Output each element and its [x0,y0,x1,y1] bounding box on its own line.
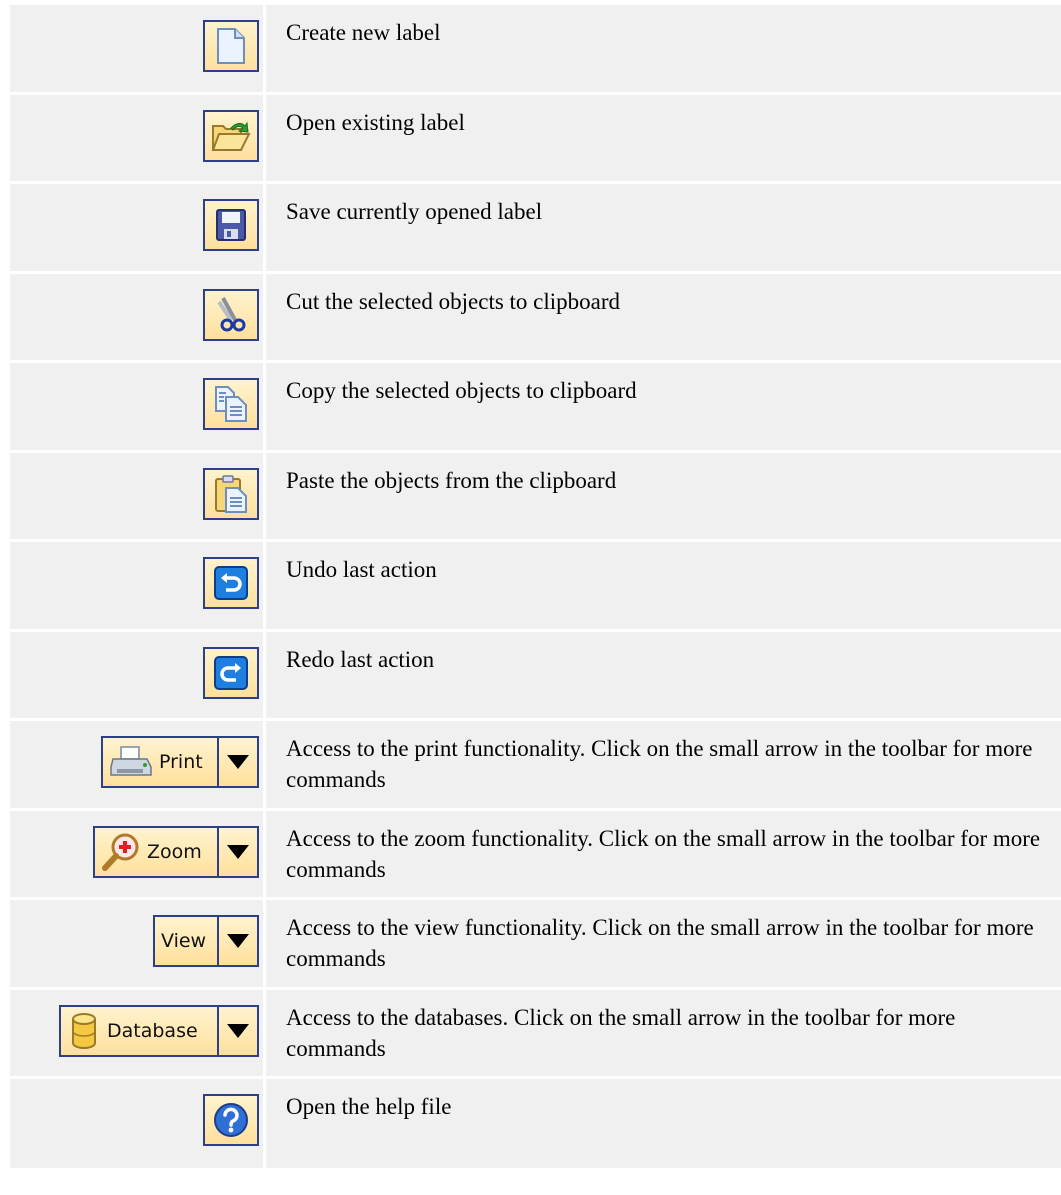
copy-icon [214,385,248,423]
zoom-magnifier-icon [101,832,143,872]
chevron-down-icon [227,844,249,859]
view-button[interactable]: View [155,917,217,965]
open-label-button[interactable] [203,109,259,162]
new-document-icon [216,27,246,65]
table-row: Undo last action [10,542,1061,632]
table-row: Redo last action [10,631,1061,721]
icon-cell [10,94,266,181]
icon-cell [10,5,266,92]
database-split-button[interactable]: Database [59,1004,259,1057]
printer-icon [109,745,153,779]
view-button-label: View [161,930,207,952]
table-row: Cut the selected objects to clipboard [10,273,1061,363]
print-button[interactable]: Print [103,738,217,786]
new-label-button[interactable] [203,20,259,72]
chevron-down-icon [227,934,249,948]
print-button-label: Print [159,751,203,773]
view-split-button[interactable]: View [153,915,259,967]
table-row: View Access to the view functionality. C… [10,900,1061,990]
row-description: Access to the databases. Click on the sm… [286,1004,956,1061]
undo-icon [214,566,248,600]
row-description: Paste the objects from the clipboard [286,467,617,493]
print-dropdown-arrow[interactable] [217,738,257,786]
redo-button[interactable] [203,646,259,699]
cut-button[interactable] [203,288,259,341]
undo-button[interactable] [203,557,259,609]
zoom-button-label: Zoom [147,840,202,863]
view-dropdown-arrow[interactable] [217,917,257,965]
table-row: Save currently opened label [10,184,1061,274]
toolbar-reference-table: Create new label Open existing label Sav… [10,5,1061,1168]
icon-cell [10,452,266,539]
row-description: Create new label [286,20,441,45]
database-button[interactable]: Database [61,1007,217,1055]
paste-button[interactable] [203,467,259,520]
icon-cell [10,184,266,271]
database-dropdown-arrow[interactable] [217,1006,257,1055]
database-icon [71,1012,97,1049]
icon-cell: Print [10,721,266,808]
chevron-down-icon [227,755,249,769]
database-button-label: Database [107,1019,198,1042]
icon-cell [10,273,266,360]
icon-cell [10,631,266,718]
zoom-split-button[interactable]: Zoom [93,825,259,878]
copy-button[interactable] [203,378,259,430]
icon-cell: View [10,900,266,987]
paste-clipboard-icon [214,474,248,514]
redo-icon [214,655,248,690]
table-row: Create new label [10,5,1061,95]
row-description: Open the help file [286,1094,452,1119]
row-description: Undo last action [286,557,437,582]
table-row: Open the help file [10,1079,1061,1168]
table-row: Zoom Access to the zoom functionality. C… [10,810,1061,900]
zoom-dropdown-arrow[interactable] [217,827,257,876]
help-button[interactable] [203,1094,259,1146]
print-split-button[interactable]: Print [101,736,259,788]
icon-cell: Database [10,989,266,1076]
help-icon [213,1102,249,1138]
row-description: Redo last action [286,646,435,672]
scissors-icon [215,296,247,334]
row-description: Cut the selected objects to clipboard [286,288,621,314]
row-description: Open existing label [286,109,465,135]
icon-cell [10,1079,266,1168]
open-folder-icon [211,118,251,154]
row-description: Access to the zoom functionality. Click … [286,825,1041,882]
table-row: Print Access to the print functionality.… [10,721,1061,811]
table-row: Open existing label [10,94,1061,184]
icon-cell [10,542,266,629]
row-description: Save currently opened label [286,199,543,224]
icon-cell [10,363,266,450]
table-row: Copy the selected objects to clipboard [10,363,1061,453]
icon-cell: Zoom [10,810,266,897]
table-row: Database Access to the databases. Click … [10,989,1061,1079]
row-description: Access to the print functionality. Click… [286,736,1033,792]
save-label-button[interactable] [203,199,259,251]
zoom-button[interactable]: Zoom [95,828,217,876]
table-row: Paste the objects from the clipboard [10,452,1061,542]
chevron-down-icon [227,1023,249,1038]
row-description: Copy the selected objects to clipboard [286,378,637,403]
row-description: Access to the view functionality. Click … [286,915,1034,971]
save-disk-icon [215,208,247,242]
